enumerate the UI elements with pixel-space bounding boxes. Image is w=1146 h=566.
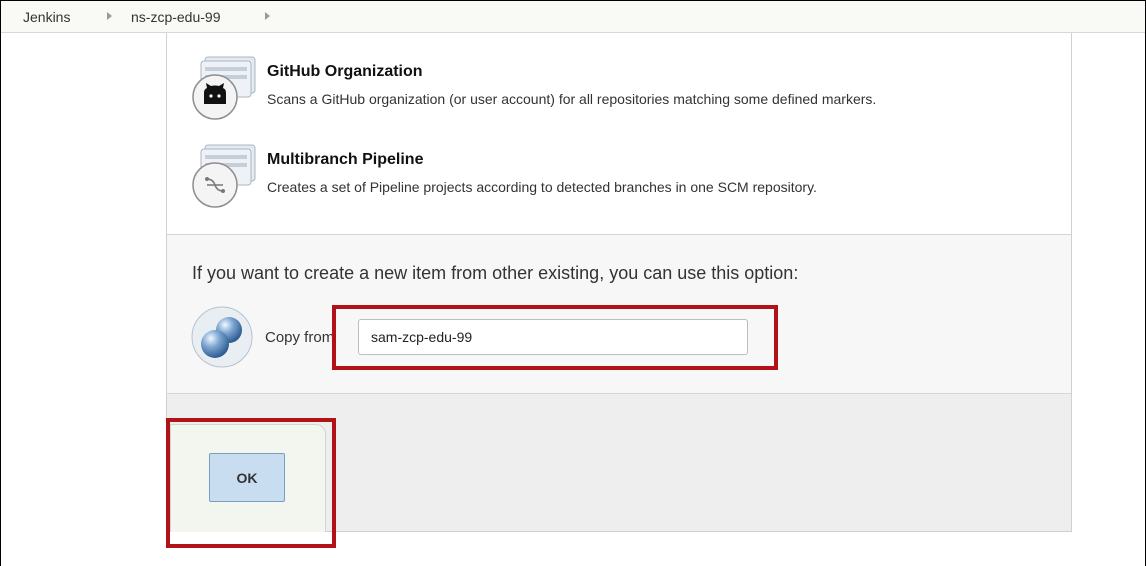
item-type-description: Creates a set of Pipeline projects accor… [267, 179, 817, 195]
breadcrumb: Jenkins ns-zcp-edu-99 [1, 1, 1145, 33]
copy-from-section: If you want to create a new item from ot… [167, 235, 1071, 393]
breadcrumb-separator-icon[interactable] [265, 12, 270, 20]
item-type-name: GitHub Organization [267, 63, 423, 80]
copy-from-hint: If you want to create a new item from ot… [192, 263, 799, 283]
form-footer: OK [167, 394, 1071, 532]
new-item-card: GitHub Organization Scans a GitHub organ… [166, 33, 1072, 532]
github-octocat-icon [192, 56, 256, 120]
breadcrumb-folder[interactable]: ns-zcp-edu-99 [131, 9, 221, 25]
copy-spheres-icon [191, 306, 253, 368]
branch-icon [192, 144, 256, 208]
item-type-github-organization[interactable]: GitHub Organization Scans a GitHub organ… [191, 55, 1051, 125]
item-type-description: Scans a GitHub organization (or user acc… [267, 91, 877, 107]
frame-left-border [0, 0, 1, 566]
copy-from-input[interactable] [358, 319, 748, 355]
breadcrumb-separator-icon[interactable] [107, 12, 112, 20]
ok-button-container: OK [170, 424, 326, 532]
breadcrumb-jenkins[interactable]: Jenkins [23, 9, 70, 25]
item-type-name: Multibranch Pipeline [267, 151, 424, 168]
ok-button[interactable]: OK [209, 453, 285, 502]
copy-from-label: Copy from [265, 329, 335, 346]
item-type-multibranch-pipeline[interactable]: Multibranch Pipeline Creates a set of Pi… [191, 143, 1051, 213]
item-type-list: GitHub Organization Scans a GitHub organ… [167, 33, 1071, 234]
